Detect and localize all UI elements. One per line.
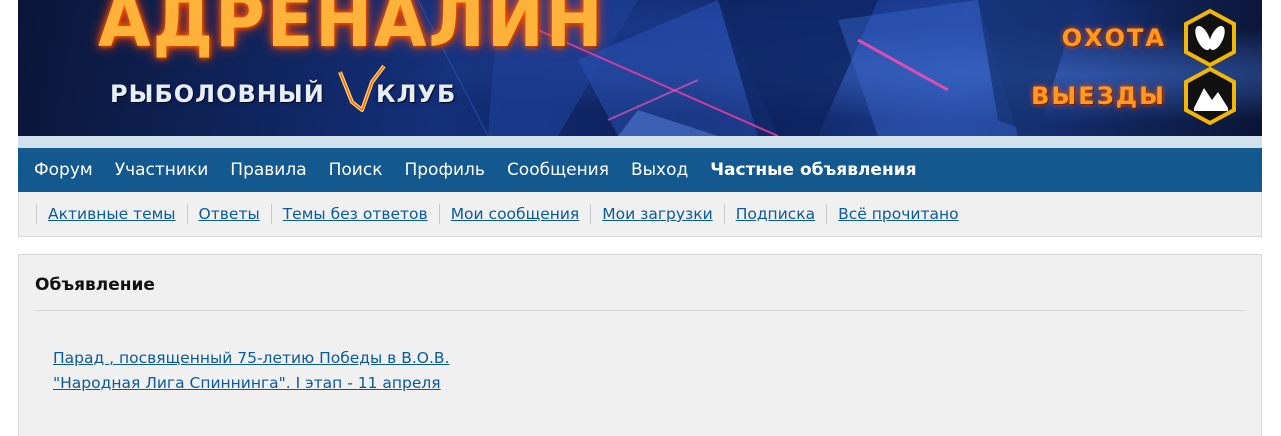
site-banner: АДРЕНАЛИН РЫБОЛОВНЫЙ КЛУБ ОХОТА ВЫЕЗДЫ [18, 0, 1262, 136]
quick-link-item: Мои сообщения [438, 204, 591, 224]
announcement-panel: Объявление Парад , посвященный 75-летию … [18, 254, 1262, 436]
link-separator [438, 204, 440, 224]
announcement-divider [35, 310, 1245, 311]
logo-subtitle-right: КЛУБ [376, 80, 457, 108]
link-separator [723, 204, 725, 224]
announcement-list: Парад , посвященный 75-летию Победы в В.… [53, 346, 450, 396]
banner-divider [18, 136, 1262, 148]
quick-link-item: Подписка [723, 204, 826, 224]
nav-item-profile[interactable]: Профиль [393, 160, 495, 180]
logo-title: АДРЕНАЛИН [98, 0, 605, 64]
my-posts-link[interactable]: Мои сообщения [451, 205, 580, 223]
subscriptions-link[interactable]: Подписка [736, 205, 815, 223]
banner-link-label: ВЫЕЗДЫ [1031, 82, 1166, 110]
quick-link-item: Всё прочитано [826, 204, 969, 224]
link-separator [36, 204, 37, 224]
link-separator [270, 204, 272, 224]
link-separator [186, 204, 188, 224]
quick-link-item: Мои загрузки [590, 204, 723, 224]
nav-item-classifieds[interactable]: Частные объявления [699, 160, 927, 180]
link-separator [826, 204, 828, 224]
announcement-link-parade[interactable]: Парад , посвященный 75-летию Победы в В.… [53, 346, 450, 371]
mark-all-read-link[interactable]: Всё прочитано [838, 205, 958, 223]
banner-link-trips[interactable]: ВЫЕЗДЫ [1031, 66, 1240, 126]
quick-link-item: Темы без ответов [270, 204, 439, 224]
nav-item-forum[interactable]: Форум [23, 160, 104, 180]
nav-item-logout[interactable]: Выход [620, 160, 699, 180]
banner-link-hunting[interactable]: ОХОТА [1062, 8, 1240, 68]
logo-subtitle-left: РЫБОЛОВНЫЙ [110, 80, 325, 108]
announcement-title: Объявление [35, 275, 155, 295]
announcement-link-spinning-league[interactable]: "Народная Лига Спиннинга". I этап - 11 а… [53, 371, 450, 396]
nav-item-messages[interactable]: Сообщения [496, 160, 620, 180]
main-navigation: Форум Участники Правила Поиск Профиль Со… [18, 148, 1262, 192]
quick-links-bar: Активные темы Ответы Темы без ответов Мо… [18, 192, 1262, 237]
link-separator [590, 204, 592, 224]
nav-item-members[interactable]: Участники [104, 160, 220, 180]
quick-link-item: Активные темы [36, 204, 187, 224]
landscape-icon [1184, 66, 1236, 126]
replies-link[interactable]: Ответы [199, 205, 260, 223]
nav-item-search[interactable]: Поиск [318, 160, 394, 180]
flippers-icon [1184, 8, 1236, 68]
active-topics-link[interactable]: Активные темы [48, 205, 176, 223]
quick-link-item: Ответы [186, 204, 271, 224]
nav-item-rules[interactable]: Правила [219, 160, 317, 180]
my-uploads-link[interactable]: Мои загрузки [602, 205, 712, 223]
unanswered-topics-link[interactable]: Темы без ответов [283, 205, 428, 223]
banner-link-label: ОХОТА [1061, 24, 1166, 52]
